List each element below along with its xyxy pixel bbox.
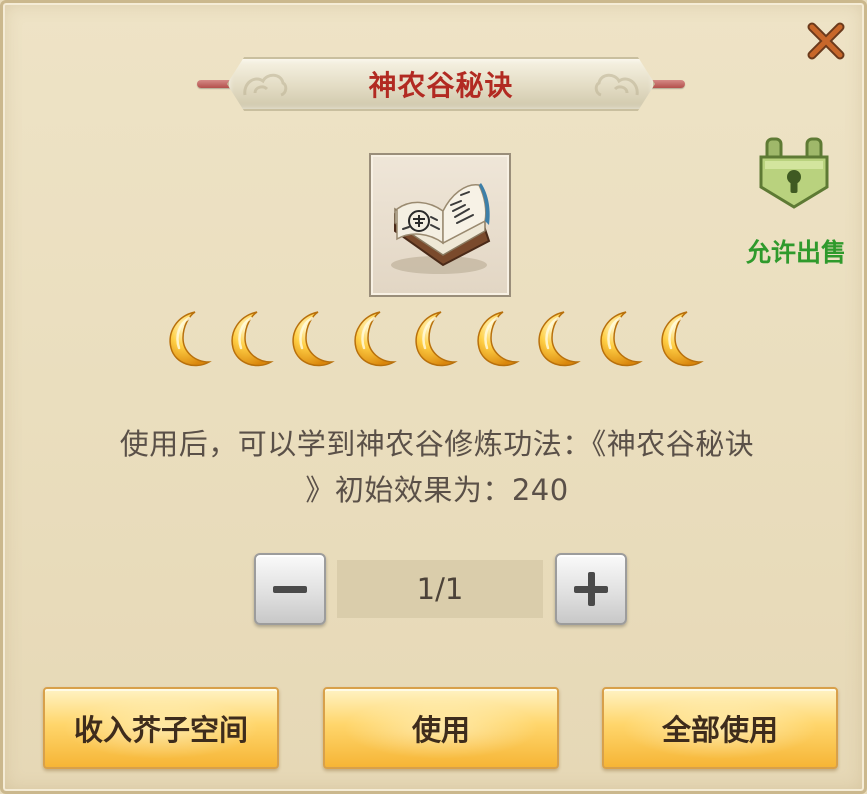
book-icon bbox=[391, 183, 491, 274]
use-button[interactable]: 使用 bbox=[323, 687, 559, 769]
quantity-display[interactable]: 1/1 bbox=[337, 560, 543, 618]
decrease-quantity-button[interactable] bbox=[254, 553, 326, 625]
item-use-dialog: 神农谷秘诀 允许出售 使用后，可以学到神农谷修炼功法：《神农谷秘诀 》初始效果为… bbox=[0, 0, 867, 794]
dialog-title: 神农谷秘诀 bbox=[368, 69, 514, 102]
quality-rating bbox=[165, 308, 713, 374]
crescent-moon-icon bbox=[476, 311, 520, 367]
increase-quantity-button[interactable] bbox=[555, 553, 627, 625]
close-icon bbox=[807, 22, 845, 60]
crescent-moon-icon bbox=[353, 311, 397, 367]
item-slot bbox=[369, 153, 511, 297]
description-line: 》初始效果为：240 bbox=[305, 473, 569, 507]
crescent-moon-icon bbox=[661, 311, 704, 367]
use-all-button[interactable]: 全部使用 bbox=[602, 687, 838, 769]
sell-permission-label: 允许出售 bbox=[745, 238, 846, 267]
item-description: 使用后，可以学到神农谷修炼功法：《神农谷秘诀 》初始效果为：240 bbox=[43, 421, 831, 513]
crescent-moon-icon bbox=[230, 311, 274, 367]
store-in-space-button[interactable]: 收入芥子空间 bbox=[43, 687, 279, 769]
use-all-label: 全部使用 bbox=[661, 713, 778, 747]
crescent-moon-icon bbox=[292, 311, 335, 367]
description-line: 使用后，可以学到神农谷修炼功法：《神农谷秘诀 bbox=[119, 427, 755, 461]
crescent-moon-icon bbox=[169, 311, 212, 367]
crescent-moon-icon bbox=[599, 311, 643, 367]
store-in-space-label: 收入芥子空间 bbox=[73, 713, 248, 747]
use-label: 使用 bbox=[411, 713, 470, 747]
minus-icon bbox=[273, 586, 307, 593]
crescent-moon-icon bbox=[538, 311, 581, 367]
crescent-moon-icon bbox=[415, 311, 458, 367]
close-button[interactable] bbox=[806, 21, 846, 61]
sellable-unlocked-icon bbox=[755, 135, 833, 213]
title-banner: 神农谷秘诀 bbox=[197, 55, 685, 113]
